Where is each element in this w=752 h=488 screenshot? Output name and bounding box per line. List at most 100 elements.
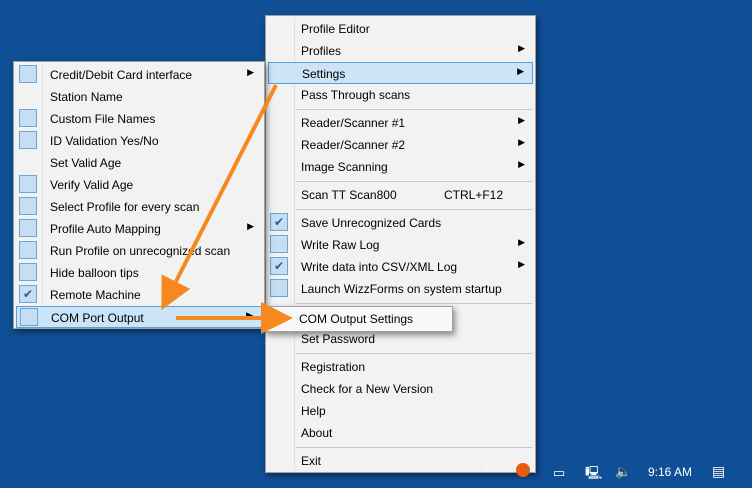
check-box-icon <box>270 235 288 253</box>
submenu-arrow-icon: ▶ <box>247 221 254 231</box>
checkmark-icon: ✔ <box>270 257 288 275</box>
menu-item-label: Reader/Scanner #1 <box>301 116 406 130</box>
menu-item-label: Profile Editor <box>301 22 370 36</box>
menu-item-label: COM Output Settings <box>299 312 414 326</box>
menu-separator <box>296 109 532 110</box>
menu-item-run-profile[interactable]: Run Profile on unrecognized scan <box>16 240 262 262</box>
menu-separator <box>296 353 532 354</box>
menu-item-label: Profiles <box>301 44 342 58</box>
menu-item-label: Station Name <box>50 90 123 104</box>
menu-item-label: Verify Valid Age <box>50 178 134 192</box>
check-box-icon <box>19 219 37 237</box>
menu-item-label: Run Profile on unrecognized scan <box>50 244 231 258</box>
checkmark-icon: ✔ <box>19 285 37 303</box>
submenu-arrow-icon: ▶ <box>246 310 253 320</box>
main-context-menu: Profile Editor Profiles ▶ Settings ▶ Pas… <box>265 15 536 473</box>
menu-item-about[interactable]: About <box>268 422 533 444</box>
menu-separator <box>296 181 532 182</box>
menu-item-station-name[interactable]: Station Name <box>16 86 262 108</box>
menu-item-label: COM Port Output <box>51 311 144 325</box>
menu-item-reader-scanner-2[interactable]: Reader/Scanner #2 ▶ <box>268 134 533 156</box>
settings-submenu: Credit/Debit Card interface ▶ Station Na… <box>13 61 265 329</box>
submenu-arrow-icon: ▶ <box>518 115 525 125</box>
menu-item-label: Launch WizzForms on system startup <box>301 282 502 296</box>
menu-item-registration[interactable]: Registration <box>268 356 533 378</box>
menu-item-image-scanning[interactable]: Image Scanning ▶ <box>268 156 533 178</box>
menu-item-profile-editor[interactable]: Profile Editor <box>268 18 533 40</box>
checkmark-icon: ✔ <box>270 213 288 231</box>
submenu-arrow-icon: ▶ <box>517 66 524 76</box>
menu-separator <box>296 303 532 304</box>
submenu-arrow-icon: ▶ <box>518 259 525 269</box>
menu-item-label: Set Password <box>301 332 376 346</box>
menu-item-label: Write data into CSV/XML Log <box>301 260 458 274</box>
menu-item-id-validation[interactable]: ID Validation Yes/No <box>16 130 262 152</box>
submenu-arrow-icon: ▶ <box>518 137 525 147</box>
menu-item-hide-balloon-tips[interactable]: Hide balloon tips <box>16 262 262 284</box>
menu-item-label: Registration <box>301 360 366 374</box>
menu-item-select-profile[interactable]: Select Profile for every scan <box>16 196 262 218</box>
menu-item-verify-valid-age[interactable]: Verify Valid Age <box>16 174 262 196</box>
app-tray-icon[interactable] <box>516 463 530 477</box>
menu-item-label: Check for a New Version <box>301 382 434 396</box>
menu-item-set-valid-age[interactable]: Set Valid Age <box>16 152 262 174</box>
menu-item-label: Reader/Scanner #2 <box>301 138 406 152</box>
menu-item-scan-tt-scan800[interactable]: Scan TT Scan800 CTRL+F12 <box>268 184 533 206</box>
menu-item-pass-through-scans[interactable]: Pass Through scans <box>268 84 533 106</box>
menu-item-check-new-version[interactable]: Check for a New Version <box>268 378 533 400</box>
menu-item-custom-file-names[interactable]: Custom File Names <box>16 108 262 130</box>
menu-item-credit-debit-card[interactable]: Credit/Debit Card interface ▶ <box>16 64 262 86</box>
check-box-icon <box>20 308 38 326</box>
check-box-icon <box>19 65 37 83</box>
menu-item-label: Pass Through scans <box>301 88 411 102</box>
clock-time[interactable]: 9:16 AM <box>648 465 692 479</box>
menu-item-label: ID Validation Yes/No <box>50 134 159 148</box>
menu-item-label: About <box>301 426 333 440</box>
menu-item-profile-auto-mapping[interactable]: Profile Auto Mapping ▶ <box>16 218 262 240</box>
menu-item-label: Settings <box>302 67 346 81</box>
submenu-arrow-icon: ▶ <box>518 43 525 53</box>
chevron-up-icon[interactable]: ^ <box>485 466 490 478</box>
menu-item-label: Custom File Names <box>50 112 156 126</box>
check-box-icon <box>19 131 37 149</box>
menu-item-label: Write Raw Log <box>301 238 380 252</box>
menu-item-shortcut: CTRL+F12 <box>444 188 504 202</box>
battery-icon[interactable]: ▭ <box>553 465 565 481</box>
volume-icon[interactable]: 🔈 <box>615 464 631 480</box>
menu-item-label: Remote Machine <box>50 288 141 302</box>
submenu-arrow-icon: ▶ <box>247 67 254 77</box>
menu-item-launch-on-startup[interactable]: Launch WizzForms on system startup <box>268 278 533 300</box>
menu-item-label: Help <box>301 404 326 418</box>
menu-item-label: Select Profile for every scan <box>50 200 200 214</box>
notification-icon[interactable]: ▤ <box>712 463 725 480</box>
submenu-arrow-icon: ▶ <box>518 237 525 247</box>
menu-item-remote-machine[interactable]: ✔ Remote Machine <box>16 284 262 306</box>
menu-item-help[interactable]: Help <box>268 400 533 422</box>
check-box-icon <box>19 109 37 127</box>
menu-item-com-port-output[interactable]: COM Port Output ▶ <box>16 306 262 328</box>
network-icon[interactable]: 🖳 <box>585 464 602 486</box>
check-box-icon <box>19 197 37 215</box>
menu-item-label: Hide balloon tips <box>50 266 139 280</box>
menu-item-label: Scan TT Scan800 <box>301 188 397 202</box>
menu-item-label: Save Unrecognized Cards <box>301 216 442 230</box>
check-box-icon <box>19 241 37 259</box>
menu-separator <box>296 209 532 210</box>
menu-item-profiles[interactable]: Profiles ▶ <box>268 40 533 62</box>
menu-item-label: Image Scanning <box>301 160 388 174</box>
menu-item-com-output-settings[interactable]: COM Output Settings <box>267 308 451 330</box>
check-box-icon <box>19 175 37 193</box>
menu-item-reader-scanner-1[interactable]: Reader/Scanner #1 ▶ <box>268 112 533 134</box>
submenu-arrow-icon: ▶ <box>518 159 525 169</box>
com-output-submenu: COM Output Settings <box>265 306 453 332</box>
menu-item-save-unrecognized-cards[interactable]: ✔ Save Unrecognized Cards <box>268 212 533 234</box>
menu-separator <box>296 447 532 448</box>
menu-item-settings[interactable]: Settings ▶ <box>268 62 533 84</box>
menu-item-write-raw-log[interactable]: Write Raw Log ▶ <box>268 234 533 256</box>
check-box-icon <box>19 263 37 281</box>
check-box-icon <box>270 279 288 297</box>
menu-item-label: Set Valid Age <box>50 156 122 170</box>
taskbar-tray: ^ ▭ 🖳 🔈 9:16 AM ▤ <box>0 460 752 488</box>
menu-item-label: Credit/Debit Card interface <box>50 68 193 82</box>
menu-item-write-csv-xml-log[interactable]: ✔ Write data into CSV/XML Log ▶ <box>268 256 533 278</box>
